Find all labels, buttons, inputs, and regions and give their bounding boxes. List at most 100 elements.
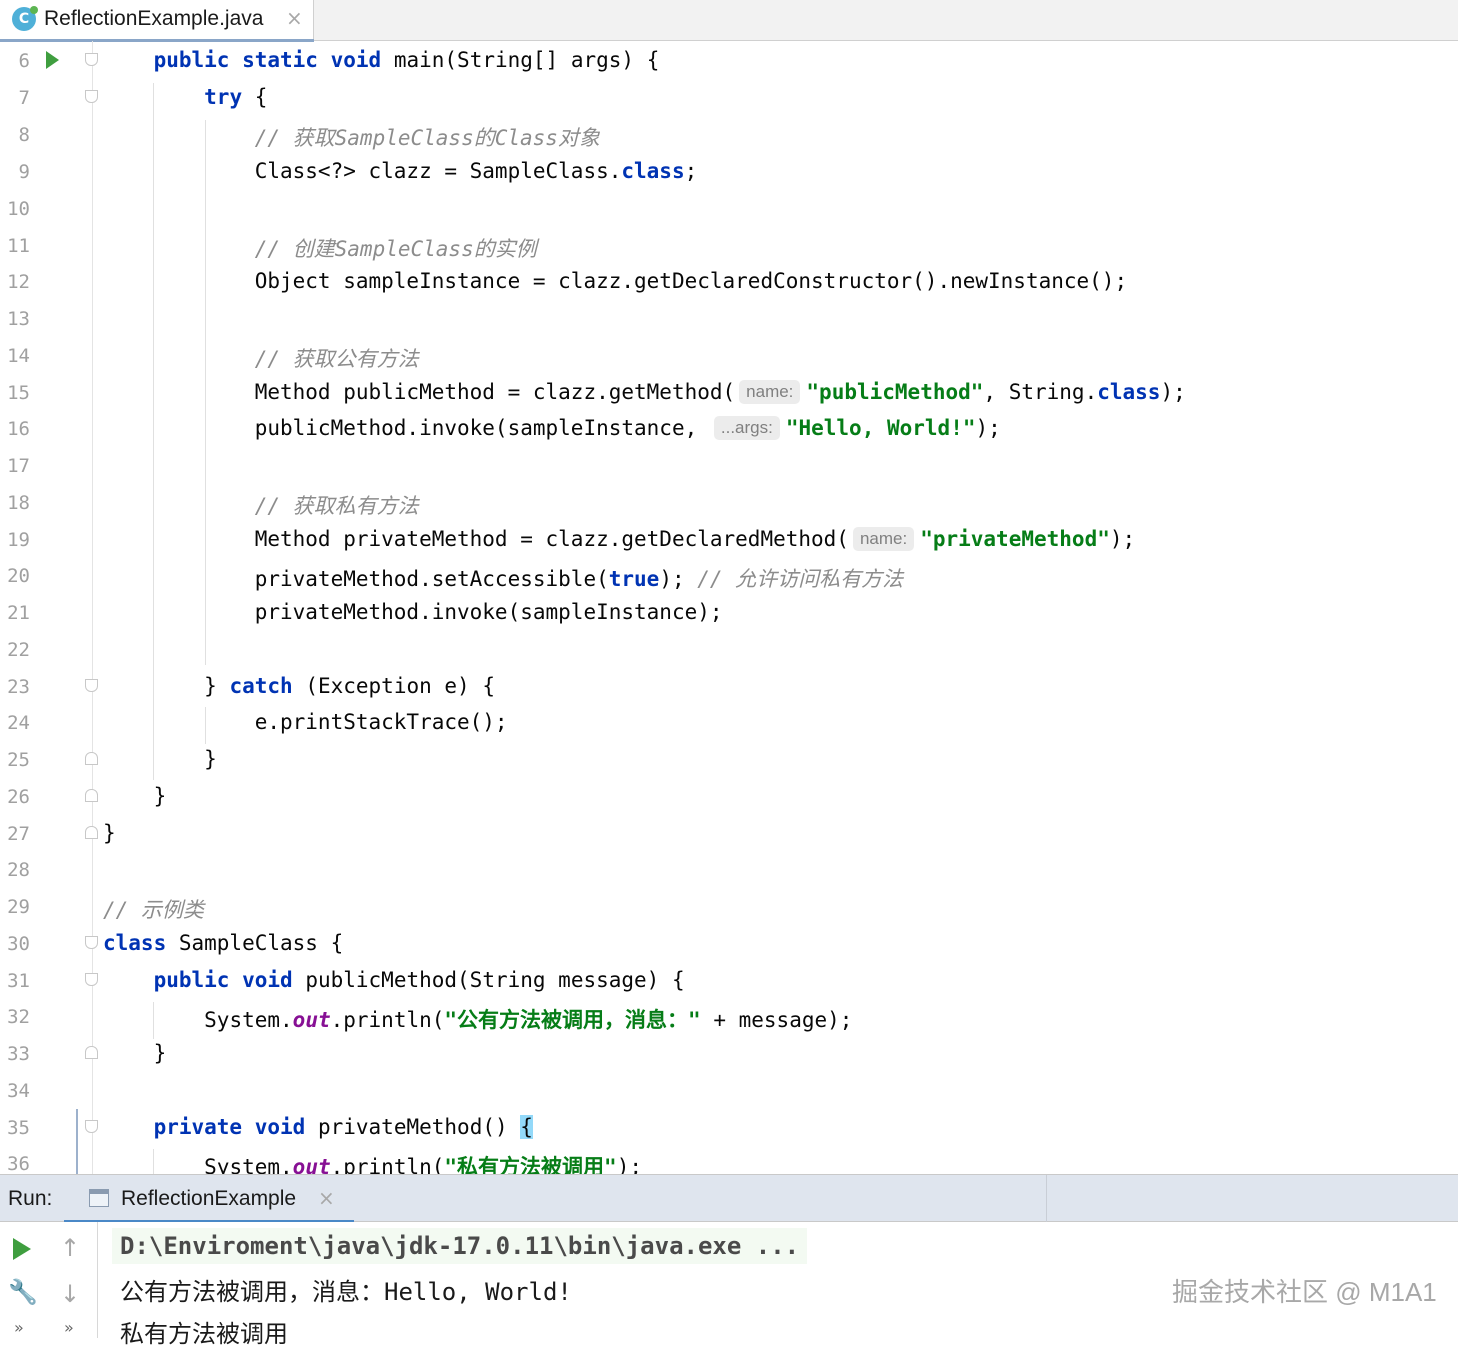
console-command-line: D:\Enviroment\java\jdk-17.0.11\bin\java.… — [112, 1228, 808, 1264]
fold-end-icon[interactable] — [85, 752, 98, 765]
arrow-up-icon[interactable]: ↑ — [60, 1234, 80, 1262]
line-number: 25 — [7, 749, 30, 771]
code-text: } — [103, 821, 116, 845]
line-number: 36 — [7, 1153, 30, 1174]
code-line: 16 publicMethod.invoke(sampleInstance, .… — [0, 412, 1458, 449]
matched-brace: { — [520, 1115, 533, 1139]
line-number: 26 — [7, 786, 30, 808]
code-line: 18 // 获取私有方法 — [0, 486, 1458, 523]
code-text: public void publicMethod(String message)… — [153, 968, 685, 992]
line-number: 34 — [7, 1080, 30, 1102]
parameter-hint: ...args: — [713, 416, 780, 440]
line-number: 12 — [7, 271, 30, 293]
line-number: 9 — [18, 161, 30, 183]
editor-tab-title: ReflectionExample.java — [44, 7, 264, 30]
fold-end-icon[interactable] — [85, 789, 98, 802]
code-text: // 获取公有方法 — [254, 347, 419, 371]
code-text: privateMethod.setAccessible(true); // 允许… — [254, 567, 904, 591]
line-number: 28 — [7, 859, 30, 881]
fold-end-icon[interactable] — [85, 1046, 98, 1059]
code-text: e.printStackTrace(); — [254, 710, 508, 734]
code-text: Object sampleInstance = clazz.getDeclare… — [254, 269, 1128, 293]
line-number: 13 — [7, 308, 30, 330]
code-text: try { — [204, 85, 268, 109]
line-number: 20 — [7, 565, 30, 587]
more-actions-icon[interactable]: » — [14, 1318, 24, 1337]
code-text: // 示例类 — [103, 898, 204, 922]
code-line: 19 Method privateMethod = clazz.getDecla… — [0, 523, 1458, 560]
line-number: 27 — [7, 823, 30, 845]
line-number: 35 — [7, 1117, 30, 1139]
run-toolbar: ↑ 🔧 ↓ » » — [0, 1222, 98, 1338]
code-text: // 创建SampleClass的实例 — [254, 237, 537, 261]
code-text: } — [153, 1041, 167, 1065]
line-number: 16 — [7, 418, 30, 440]
arrow-down-icon[interactable]: ↓ — [60, 1280, 80, 1308]
code-text: Class<?> clazz = SampleClass.class; — [254, 159, 698, 183]
run-label: Run: — [8, 1187, 53, 1210]
code-line: 22 — [0, 633, 1458, 670]
close-icon[interactable]: × — [286, 6, 303, 30]
code-text: } — [153, 784, 167, 808]
code-text: // 获取私有方法 — [254, 494, 419, 518]
line-number: 7 — [18, 87, 30, 109]
line-number: 33 — [7, 1043, 30, 1065]
run-gutter-icon[interactable] — [46, 51, 59, 69]
editor-tab-reflection-example[interactable]: C ReflectionExample.java × — [0, 0, 314, 42]
rerun-icon[interactable] — [13, 1238, 31, 1260]
wrench-icon[interactable]: 🔧 — [8, 1278, 38, 1306]
line-number: 19 — [7, 529, 30, 551]
code-line: 11 // 创建SampleClass的实例 — [0, 229, 1458, 266]
code-text: // 获取SampleClass的Class对象 — [254, 126, 600, 150]
code-line: 10 — [0, 192, 1458, 229]
code-line: 30 class SampleClass { — [0, 927, 1458, 964]
code-text: public static void main(String[] args) { — [153, 48, 660, 72]
code-text: Method publicMethod = clazz.getMethod(na… — [254, 380, 1186, 404]
line-number: 10 — [7, 198, 30, 220]
code-line: 32 System.out.println("公有方法被调用，消息：" + me… — [0, 1000, 1458, 1037]
fold-end-icon[interactable] — [85, 826, 98, 839]
fold-toggle-icon[interactable] — [85, 53, 98, 66]
code-text: System.out.println("公有方法被调用，消息：" + messa… — [204, 1008, 853, 1032]
code-line: 7 try { — [0, 81, 1458, 118]
line-number: 11 — [7, 235, 30, 257]
fold-toggle-icon[interactable] — [85, 90, 98, 103]
java-class-icon: C — [12, 6, 38, 31]
parameter-hint: name: — [739, 380, 801, 404]
editor-tab-bar: C ReflectionExample.java × — [0, 0, 1458, 42]
run-tab-title: ReflectionExample — [121, 1187, 297, 1210]
fold-toggle-icon[interactable] — [85, 936, 98, 949]
line-number: 15 — [7, 382, 30, 404]
line-number: 24 — [7, 712, 30, 734]
line-number: 22 — [7, 639, 30, 661]
fold-toggle-icon[interactable] — [85, 679, 98, 692]
console-output-line: 私有方法被调用 — [120, 1320, 288, 1348]
code-line: 9 Class<?> clazz = SampleClass.class; — [0, 155, 1458, 192]
code-text: privateMethod.invoke(sampleInstance); — [254, 600, 723, 624]
fold-toggle-icon[interactable] — [85, 973, 98, 986]
run-console[interactable]: ↑ 🔧 ↓ » » D:\Enviroment\java\jdk-17.0.11… — [0, 1222, 1458, 1348]
more-actions-icon[interactable]: » — [64, 1318, 74, 1337]
run-tab-reflection-example[interactable]: ReflectionExample × — [64, 1175, 354, 1224]
code-line: 14 // 获取公有方法 — [0, 339, 1458, 376]
watermark: 掘金技术社区 @ M1A1 — [1172, 1277, 1437, 1307]
code-line: 13 — [0, 302, 1458, 339]
code-line: 6 public static void main(String[] args)… — [0, 44, 1458, 81]
parameter-hint: name: — [852, 527, 915, 551]
line-number: 8 — [18, 124, 30, 146]
code-line: 15 Method publicMethod = clazz.getMethod… — [0, 376, 1458, 413]
code-text: } catch (Exception e) { — [204, 674, 495, 698]
run-tool-window-header: Run: ReflectionExample × — [0, 1174, 1458, 1224]
code-line: 31 public void publicMethod(String messa… — [0, 964, 1458, 1001]
line-number: 6 — [18, 50, 30, 72]
code-text: publicMethod.invoke(sampleInstance, ...a… — [254, 416, 1001, 440]
code-line: 33 } — [0, 1037, 1458, 1074]
header-separator — [1046, 1175, 1047, 1222]
code-line: 8 // 获取SampleClass的Class对象 — [0, 118, 1458, 155]
code-text: class SampleClass { — [103, 931, 344, 955]
line-number: 18 — [7, 492, 30, 514]
code-line: 24 e.printStackTrace(); — [0, 706, 1458, 743]
close-icon[interactable]: × — [318, 1186, 335, 1210]
fold-toggle-icon[interactable] — [85, 1120, 98, 1133]
code-editor[interactable]: 6 public static void main(String[] args)… — [0, 41, 1458, 1174]
